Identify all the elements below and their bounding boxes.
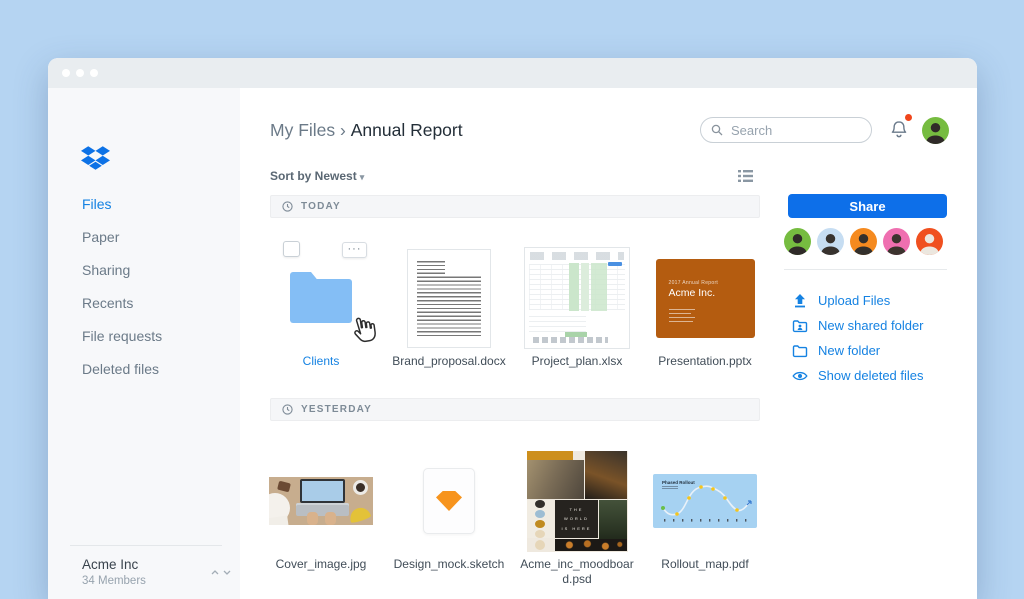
member-avatar[interactable] — [817, 228, 844, 255]
show-deleted-files-action[interactable]: Show deleted files — [792, 363, 924, 388]
sidebar-item-files[interactable]: Files — [82, 188, 162, 221]
action-label: Upload Files — [818, 293, 890, 308]
list-view-icon[interactable] — [738, 169, 753, 183]
divider — [784, 269, 947, 270]
slide-title: Acme Inc. — [669, 287, 716, 299]
jpg-thumbnail — [269, 477, 373, 525]
sidebar-item-recents[interactable]: Recents — [82, 287, 162, 320]
team-name: Acme Inc — [82, 557, 146, 572]
file-tile-rollout-map[interactable]: Phased Rollout Rollout_map.pdf — [641, 450, 769, 587]
user-avatar[interactable] — [922, 117, 949, 144]
upload-files-action[interactable]: Upload Files — [792, 288, 924, 313]
slide-kicker: 2017 Annual Report — [669, 280, 719, 286]
file-name: Design_mock.sketch — [394, 557, 505, 572]
action-label: New folder — [818, 343, 880, 358]
sidebar-item-file-requests[interactable]: File requests — [82, 320, 162, 353]
docx-thumbnail — [407, 249, 491, 348]
eye-icon — [792, 368, 808, 384]
member-avatar[interactable] — [850, 228, 877, 255]
member-avatar[interactable] — [883, 228, 910, 255]
file-name: Rollout_map.pdf — [661, 557, 748, 572]
section-header-yesterday: YESTERDAY — [270, 398, 760, 421]
chevron-down-icon: ▾ — [360, 172, 365, 182]
sort-label: Sort by Newest — [270, 169, 357, 183]
clock-icon — [282, 201, 293, 212]
file-tile-brand-proposal[interactable]: Brand_proposal.docx — [385, 247, 513, 369]
new-folder-action[interactable]: New folder — [792, 338, 924, 363]
team-selector[interactable]: Acme Inc 34 Members — [82, 557, 146, 587]
breadcrumb-separator: › — [340, 120, 346, 140]
sidebar: Files Paper Sharing Recents File request… — [48, 88, 240, 599]
dropbox-logo-icon[interactable] — [81, 145, 110, 171]
search-icon — [711, 124, 723, 136]
share-button[interactable]: Share — [788, 194, 947, 218]
team-member-count: 34 Members — [82, 575, 146, 587]
moodboard-text: THE WORLD IS HERE — [561, 505, 591, 534]
sketch-diamond-icon — [436, 491, 462, 511]
shared-folder-icon — [792, 318, 808, 334]
search-input[interactable] — [729, 122, 849, 139]
file-tile-project-plan[interactable]: Project_plan.xlsx — [513, 247, 641, 369]
file-name: Cover_image.jpg — [276, 557, 367, 572]
file-tile-cover-image[interactable]: Cover_image.jpg — [257, 450, 385, 587]
clock-icon — [282, 404, 293, 415]
file-tile-presentation[interactable]: 2017 Annual Report Acme Inc. Presentatio… — [641, 247, 769, 369]
sidebar-item-sharing[interactable]: Sharing — [82, 254, 162, 287]
file-name: Presentation.pptx — [658, 354, 751, 369]
sidebar-nav: Files Paper Sharing Recents File request… — [82, 188, 162, 386]
action-label: Show deleted files — [818, 368, 924, 383]
notification-badge — [905, 114, 912, 121]
folder-icon — [792, 343, 808, 359]
file-tile-clients-folder[interactable]: ··· Clients — [257, 247, 385, 369]
sidebar-item-deleted-files[interactable]: Deleted files — [82, 353, 162, 386]
xlsx-thumbnail — [524, 247, 630, 349]
section-header-today: TODAY — [270, 195, 760, 218]
section-label: TODAY — [301, 201, 341, 212]
pdf-thumbnail: Phased Rollout — [653, 474, 757, 528]
file-tile-moodboard[interactable]: THE WORLD IS HERE Acme_inc_moodboard.psd — [513, 450, 641, 587]
window-control-dot[interactable] — [62, 69, 70, 77]
sidebar-item-paper[interactable]: Paper — [82, 221, 162, 254]
breadcrumb-parent[interactable]: My Files — [270, 120, 335, 140]
file-name: Clients — [303, 354, 340, 369]
sort-dropdown[interactable]: Sort by Newest▾ — [270, 169, 364, 183]
member-avatar[interactable] — [784, 228, 811, 255]
window-control-dot[interactable] — [76, 69, 84, 77]
more-options-button[interactable]: ··· — [342, 242, 367, 258]
page-title: Annual Report — [351, 120, 463, 140]
select-checkbox[interactable] — [283, 241, 300, 257]
file-tile-design-mock[interactable]: Design_mock.sketch — [385, 450, 513, 587]
desktop-background: Files Paper Sharing Recents File request… — [0, 0, 1024, 599]
breadcrumb: My Files › Annual Report — [270, 120, 463, 141]
new-shared-folder-action[interactable]: New shared folder — [792, 313, 924, 338]
file-name: Project_plan.xlsx — [532, 354, 623, 369]
pptx-thumbnail: 2017 Annual Report Acme Inc. — [656, 259, 755, 338]
team-switcher-chevrons-icon[interactable] — [211, 570, 231, 575]
quick-actions: Upload Files New shared folder New folde… — [792, 288, 924, 388]
upload-icon — [792, 293, 808, 309]
sketch-thumbnail — [423, 468, 475, 534]
action-label: New shared folder — [818, 318, 924, 333]
file-grid-today: ··· Clients Brand_proposal.docx — [257, 247, 769, 369]
notifications-bell-icon[interactable] — [888, 119, 910, 141]
window-titlebar — [48, 58, 977, 88]
cursor-pointer-hand — [345, 313, 379, 347]
window-control-dot[interactable] — [90, 69, 98, 77]
psd-thumbnail: THE WORLD IS HERE — [527, 451, 628, 552]
file-grid-yesterday: Cover_image.jpg Design_mock.sketch THE W… — [257, 450, 769, 587]
member-facepile — [784, 228, 943, 255]
section-label: YESTERDAY — [301, 404, 372, 415]
divider — [70, 545, 222, 546]
member-avatar[interactable] — [916, 228, 943, 255]
search-box[interactable] — [700, 117, 872, 143]
file-name: Brand_proposal.docx — [392, 354, 505, 369]
file-name: Acme_inc_moodboard.psd — [518, 557, 636, 587]
rollout-title: Phased Rollout — [662, 480, 695, 485]
